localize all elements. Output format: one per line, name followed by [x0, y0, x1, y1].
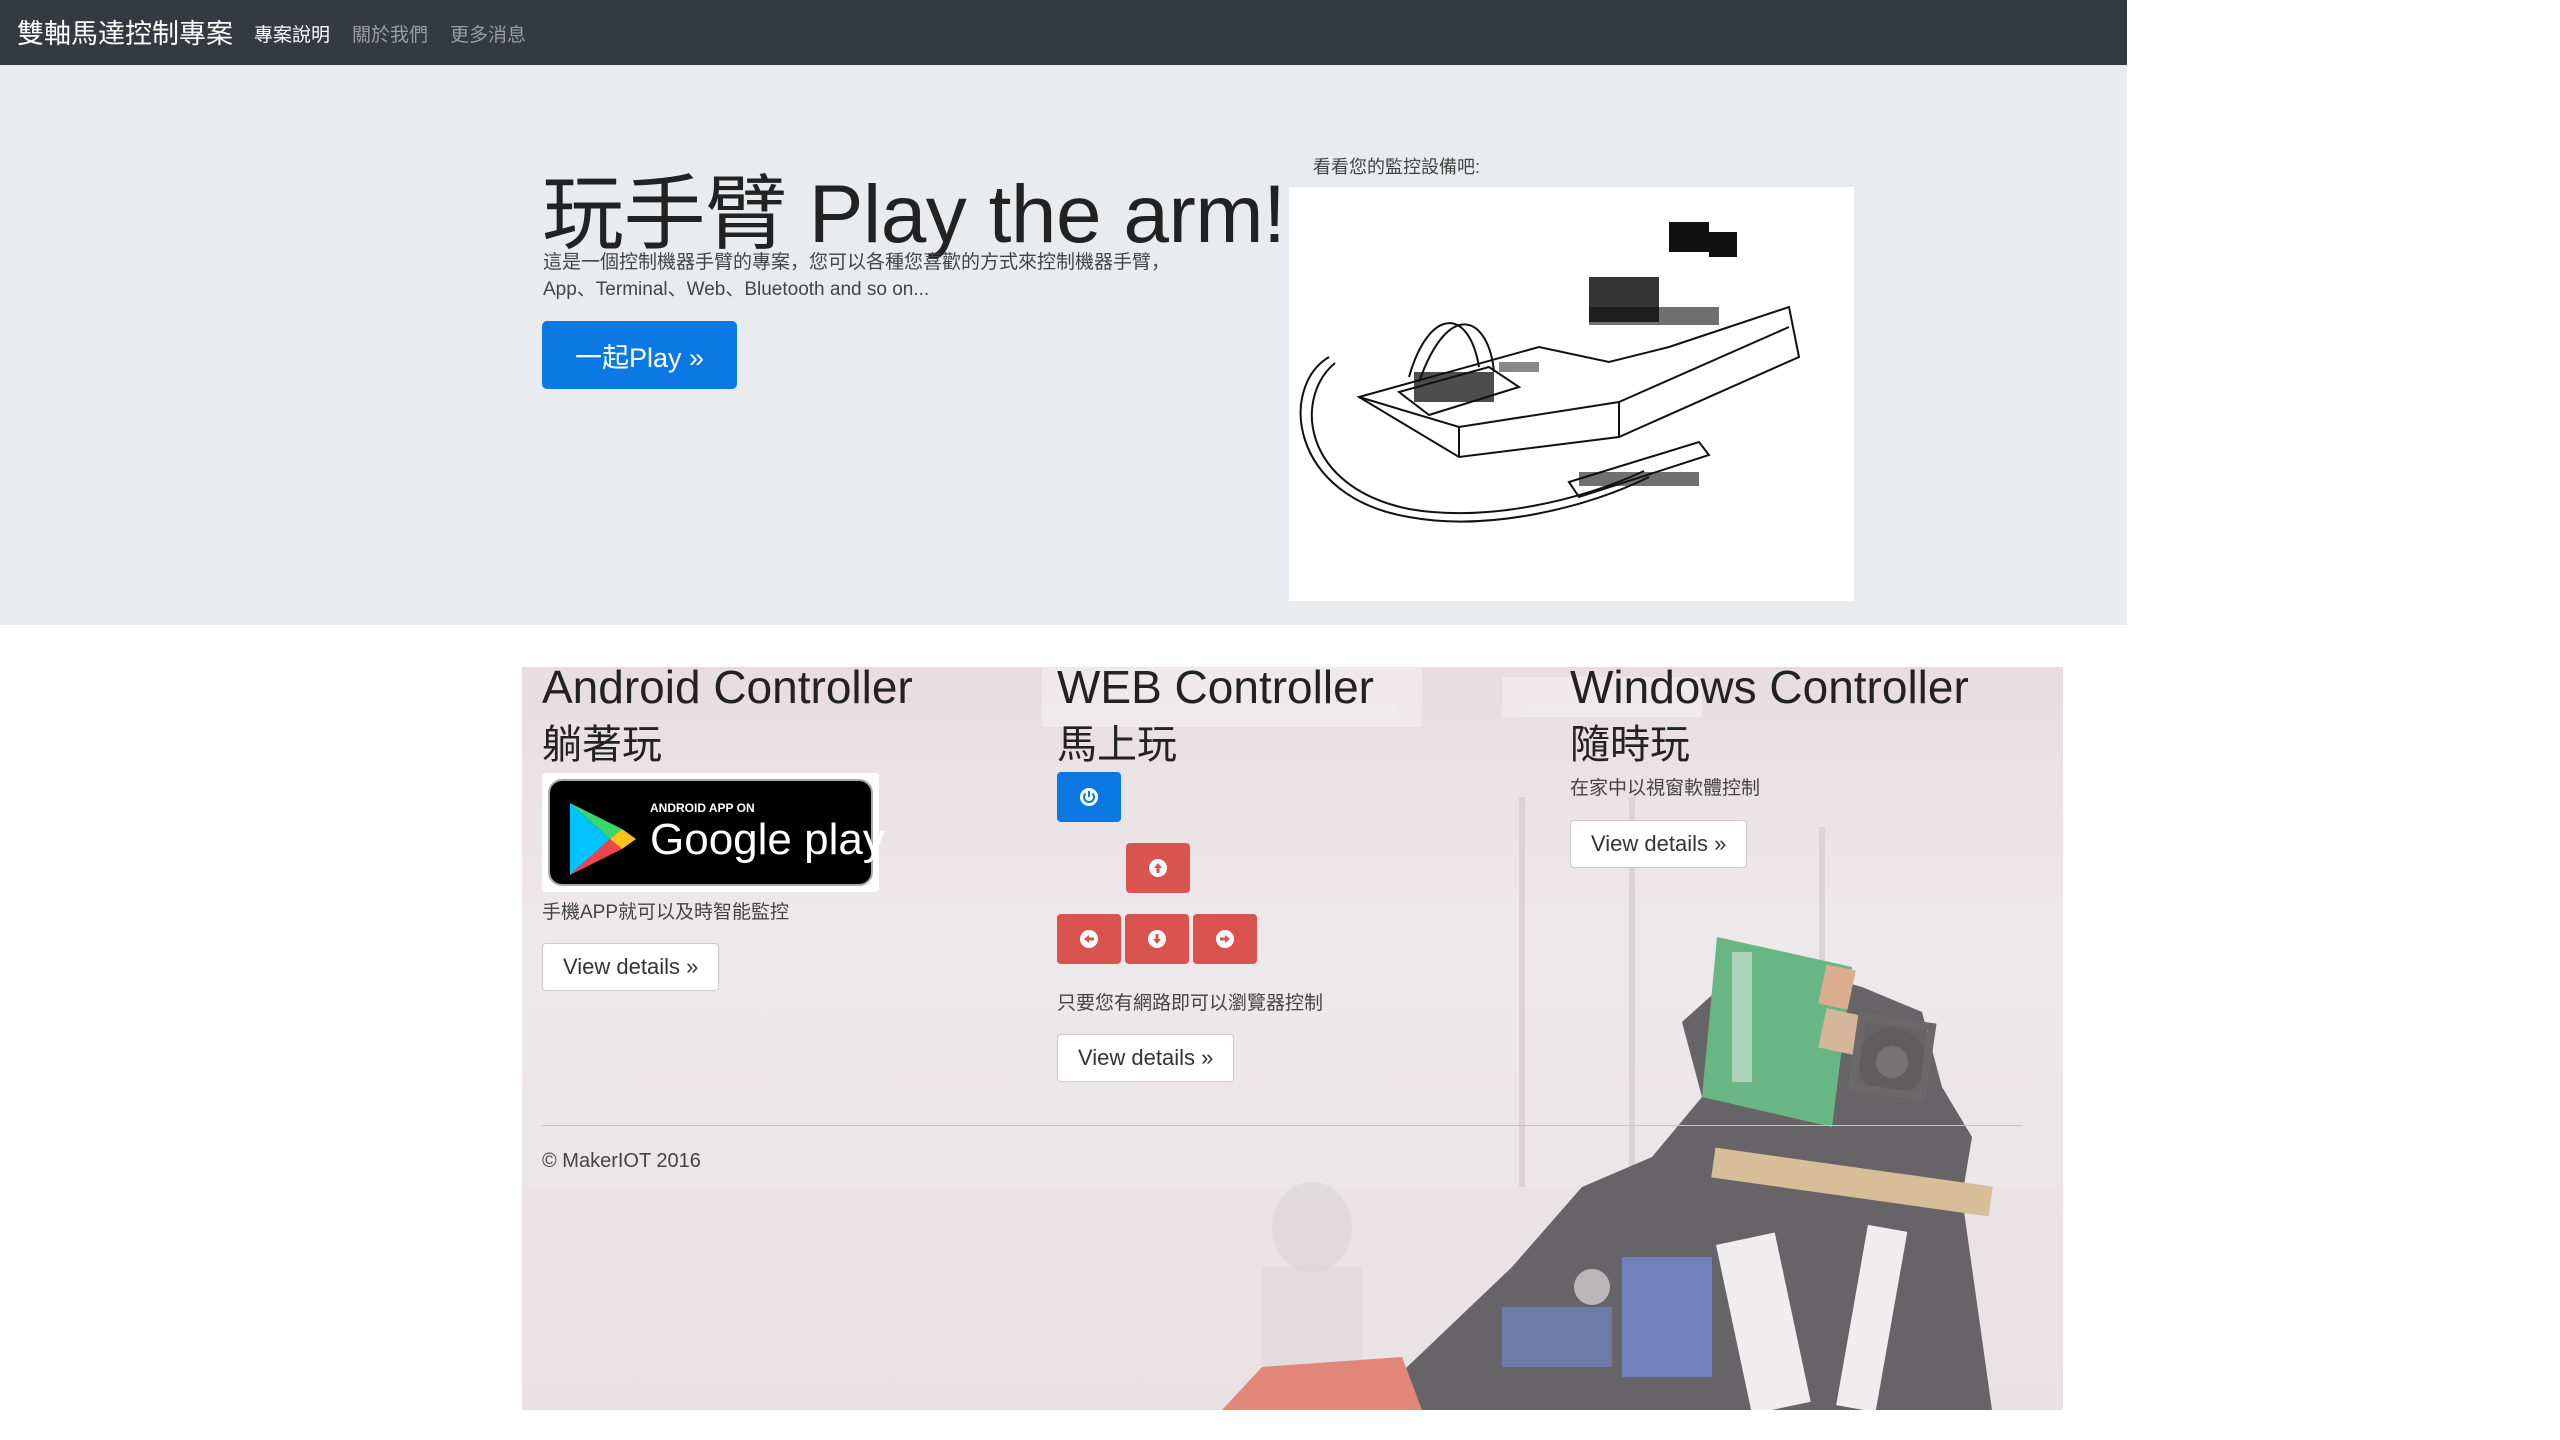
windows-title: Windows Controller — [1570, 661, 1969, 713]
web-subtitle: 馬上玩 — [1057, 723, 1177, 767]
android-title: Android Controller — [542, 661, 913, 713]
windows-subtitle: 隨時玩 — [1570, 723, 1690, 767]
power-button[interactable] — [1057, 772, 1121, 822]
google-play-badge[interactable]: ANDROID APP ON Google play — [542, 773, 885, 892]
google-play-badge-inner: ANDROID APP ON Google play — [548, 779, 885, 886]
top-navbar: 雙軸馬達控制專案 專案說明 關於我們 更多消息 — [0, 0, 2127, 65]
web-text: 只要您有網路即可以瀏覽器控制 — [1057, 993, 1324, 1014]
arrow-right-icon — [1216, 930, 1234, 948]
android-text: 手機APP就可以及時智能監控 — [542, 902, 790, 923]
power-icon — [1080, 788, 1098, 806]
camera-caption: 看看您的監控設備吧: — [1313, 157, 1481, 177]
nav-link-about[interactable]: 關於我們 — [352, 20, 428, 47]
jumbotron: 玩手臂 Play the arm! 這是一個控制機器手臂的專案，您可以各種您喜歡… — [0, 65, 2127, 625]
navbar-brand[interactable]: 雙軸馬達控制專案 — [17, 12, 233, 51]
play-store-icon — [570, 803, 636, 875]
google-play-badge-text: Google play — [650, 815, 885, 864]
windows-text: 在家中以視窗軟體控制 — [1570, 778, 1761, 799]
windows-view-details-button[interactable]: View details » — [1570, 820, 1748, 868]
android-subtitle: 躺著玩 — [542, 723, 662, 767]
arrow-down-icon — [1148, 930, 1166, 948]
footer-divider — [542, 1125, 2022, 1126]
footer-copyright: © MakerIOT 2016 — [542, 1150, 701, 1172]
web-view-details-button[interactable]: View details » — [1057, 1034, 1235, 1082]
jumbotron-description-2: App、Terminal、Web、Bluetooth and so on... — [543, 279, 930, 300]
arrow-right-button[interactable] — [1193, 914, 1257, 964]
jumbotron-description-1: 這是一個控制機器手臂的專案，您可以各種您喜歡的方式來控制機器手臂， — [543, 252, 1171, 273]
arrow-down-button[interactable] — [1125, 914, 1189, 964]
nav-link-news[interactable]: 更多消息 — [450, 20, 526, 47]
play-button[interactable]: 一起Play » — [542, 321, 737, 389]
arrow-up-button[interactable] — [1126, 843, 1190, 893]
camera-image — [1289, 187, 1854, 601]
android-view-details-button[interactable]: View details » — [542, 943, 720, 991]
arrow-left-icon — [1080, 930, 1098, 948]
arrow-left-button[interactable] — [1057, 914, 1121, 964]
google-play-badge-small-text: ANDROID APP ON — [650, 801, 755, 815]
web-title: WEB Controller — [1057, 661, 1374, 713]
nav-link-project[interactable]: 專案說明 — [254, 20, 330, 47]
arrow-up-icon — [1149, 859, 1167, 877]
